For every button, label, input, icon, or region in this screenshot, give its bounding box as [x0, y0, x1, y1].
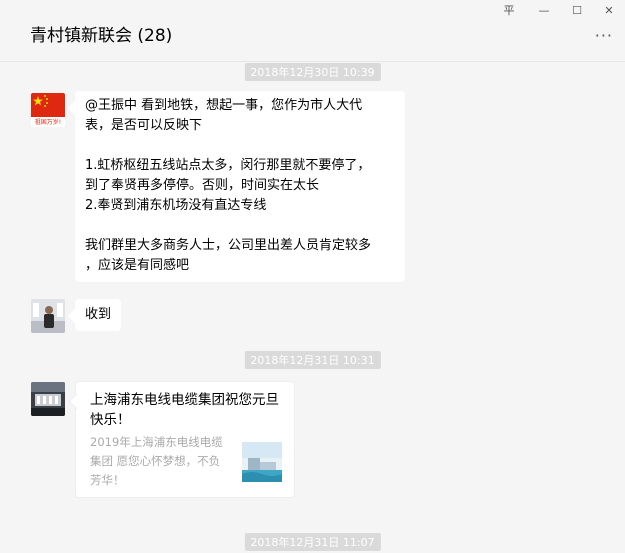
card-thumbnail-icon [242, 442, 282, 482]
title-bar: 青村镇新联会 (28) 平 — ☐ ✕ ··· [0, 0, 625, 62]
card-title: 上海浦东电线电缆集团祝您元旦快乐！ [90, 392, 279, 428]
close-button[interactable]: ✕ [598, 2, 620, 20]
chat-window: 青村镇新联会 (28) 平 — ☐ ✕ ··· 2018年12月30日 10:3… [0, 0, 625, 553]
card-description: 2019年上海浦东电线电缆集团 愿您心怀梦想，不负芳华！ [90, 435, 223, 487]
timestamp: 2018年12月30日 10:39 [244, 63, 381, 81]
building-photo-icon [31, 382, 65, 416]
timestamp: 2018年12月31日 10:31 [244, 351, 381, 369]
person-photo-icon [31, 299, 65, 333]
line-break [85, 216, 395, 236]
more-options-button[interactable]: ··· [595, 26, 613, 45]
message-bubble[interactable]: 收到 [75, 299, 122, 331]
message-line: @王振中 看到地铁，想起一事，您作为市人大代 [85, 98, 363, 113]
message-list[interactable]: 2018年12月30日 10:39 祖国万岁! @王振中 看到地铁，想起一事，您… [0, 62, 625, 553]
avatar-caption: 祖国万岁! [35, 118, 61, 126]
minimize-button[interactable]: — [533, 2, 555, 20]
timestamp: 2018年12月31日 11:07 [244, 533, 381, 551]
message-line: 1.虹桥枢纽五线站点太多，闵行那里就不要停了， [85, 158, 371, 173]
avatar-building[interactable] [31, 382, 65, 416]
message-bubble[interactable]: @王振中 看到地铁，想起一事，您作为市人大代 表，是否可以反映下 1.虹桥枢纽五线站… [75, 91, 405, 282]
message-line: 到了奉贤再多停停。否则，时间实在太长 [85, 178, 320, 193]
china-flag-icon: 祖国万岁! [31, 93, 65, 127]
link-card[interactable]: 上海浦东电线电缆集团祝您元旦快乐！ 2019年上海浦东电线电缆集团 愿您心怀梦想… [75, 381, 295, 498]
message-line: 表，是否可以反映下 [85, 118, 203, 133]
maximize-button[interactable]: ☐ [566, 2, 588, 20]
chat-title: 青村镇新联会 (28) [30, 26, 173, 46]
message-line: 2.奉贤到浦东机场没有直达专线 [85, 198, 267, 213]
message-line: ，应该是有同感吧 [85, 258, 190, 273]
avatar-flag[interactable]: 祖国万岁! [31, 93, 65, 127]
line-break [85, 136, 395, 156]
pin-button[interactable]: 平 [498, 2, 520, 20]
message-line: 我们群里大多商务人士，公司里出差人员肯定较多 [85, 238, 372, 253]
avatar-person[interactable] [31, 299, 65, 333]
